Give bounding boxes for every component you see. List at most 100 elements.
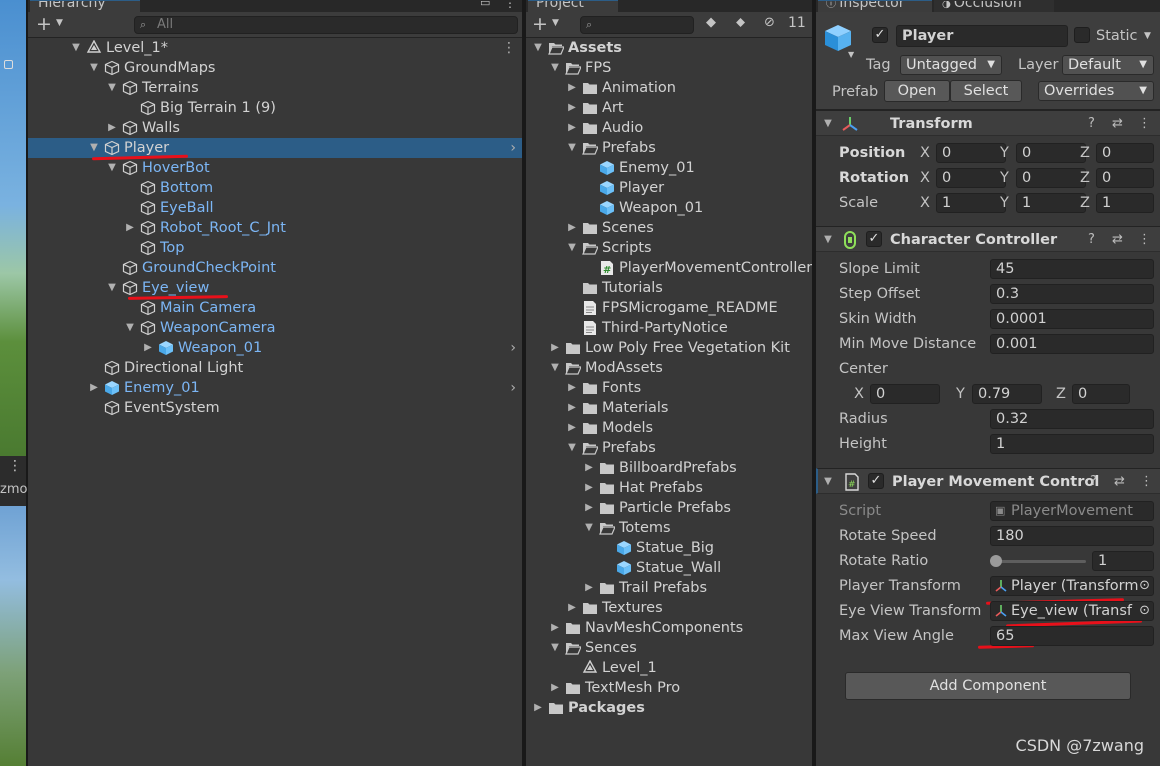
hierarchy-row[interactable]: ▼ Player ›: [28, 138, 522, 158]
expand-arrow-down-icon[interactable]: ▼: [549, 638, 561, 658]
static-dropdown-icon[interactable]: ▼: [1144, 31, 1151, 41]
expand-arrow-right-icon[interactable]: ▶: [88, 378, 100, 398]
radius-field[interactable]: 0.32: [990, 409, 1154, 429]
project-row[interactable]: ▶ Packages: [526, 698, 812, 718]
tab-project[interactable]: Project: [528, 0, 618, 12]
filter-by-type-icon[interactable]: ◆: [706, 15, 716, 30]
center-x-field[interactable]: 0: [870, 384, 940, 404]
expand-arrow-down-icon[interactable]: ▼: [532, 38, 544, 58]
tab-hierarchy[interactable]: Hierarchy: [30, 0, 140, 12]
hierarchy-row[interactable]: ▶ Enemy_01 ›: [28, 378, 522, 398]
scale-z-field[interactable]: 1: [1096, 193, 1154, 213]
character-controller-enabled-checkbox[interactable]: ✓: [866, 231, 882, 247]
hierarchy-row[interactable]: Bottom: [28, 178, 522, 198]
project-row[interactable]: ▶ TextMesh Pro: [526, 678, 812, 698]
help-icon[interactable]: ?: [1088, 227, 1095, 253]
expand-arrow-right-icon[interactable]: ▶: [566, 78, 578, 98]
hierarchy-row[interactable]: ▼ GroundMaps: [28, 58, 522, 78]
expand-arrow-right-icon[interactable]: ▶: [583, 498, 595, 518]
hierarchy-row[interactable]: Directional Light: [28, 358, 522, 378]
position-z-field[interactable]: 0: [1096, 143, 1154, 163]
player-movement-header[interactable]: ▼ # ✓ Player Movement Control ? ⇄ ⋮: [816, 468, 1160, 494]
project-row[interactable]: ▶ Models: [526, 418, 812, 438]
project-row[interactable]: ▼ Scripts: [526, 238, 812, 258]
component-menu-icon[interactable]: ⋮: [1138, 227, 1151, 253]
expand-arrow-right-icon[interactable]: ▶: [566, 398, 578, 418]
object-picker-icon[interactable]: ⊙: [1139, 602, 1150, 620]
expand-arrow-down-icon[interactable]: ▼: [106, 158, 118, 178]
tab-inspector[interactable]: ⓘ Inspector: [818, 0, 932, 12]
help-icon[interactable]: ?: [1088, 111, 1095, 137]
expand-arrow-right-icon[interactable]: ▶: [566, 378, 578, 398]
project-row[interactable]: # PlayerMovementController: [526, 258, 812, 278]
expand-arrow-down-icon[interactable]: ▼: [106, 278, 118, 298]
expand-arrow-right-icon[interactable]: ▶: [566, 598, 578, 618]
foldout-icon[interactable]: ▼: [822, 114, 834, 134]
expand-arrow-right-icon[interactable]: ▶: [566, 98, 578, 118]
add-dropdown-icon[interactable]: ▼: [56, 18, 63, 28]
expand-arrow-right-icon[interactable]: ▶: [566, 218, 578, 238]
project-row[interactable]: ▶ Hat Prefabs: [526, 478, 812, 498]
center-z-field[interactable]: 0: [1072, 384, 1130, 404]
expand-arrow-down-icon[interactable]: ▼: [70, 38, 82, 58]
hierarchy-row[interactable]: EyeBall: [28, 198, 522, 218]
tab-occlusion[interactable]: ◑ Occlusion: [934, 0, 1054, 12]
hidden-packages-icon[interactable]: ⊘: [764, 15, 775, 30]
foldout-icon[interactable]: ▼: [822, 230, 834, 250]
rotation-z-field[interactable]: 0: [1096, 168, 1154, 188]
panel-menu-icon[interactable]: ⋮: [504, 0, 516, 10]
project-row[interactable]: ▶ Low Poly Free Vegetation Kit: [526, 338, 812, 358]
hierarchy-row[interactable]: Top: [28, 238, 522, 258]
project-search-input[interactable]: ⌕: [580, 16, 694, 34]
step-offset-field[interactable]: 0.3: [990, 284, 1154, 304]
chevron-right-icon[interactable]: ›: [510, 138, 516, 158]
project-row[interactable]: Weapon_01: [526, 198, 812, 218]
expand-arrow-down-icon[interactable]: ▼: [583, 518, 595, 538]
rotation-x-field[interactable]: 0: [936, 168, 1006, 188]
expand-arrow-right-icon[interactable]: ▶: [142, 338, 154, 358]
max-view-angle-field[interactable]: 65: [990, 626, 1154, 646]
static-checkbox[interactable]: [1074, 27, 1090, 43]
component-menu-icon[interactable]: ⋮: [1138, 111, 1151, 137]
hierarchy-row[interactable]: EventSystem: [28, 398, 522, 418]
project-row[interactable]: ▼ Sences: [526, 638, 812, 658]
project-row[interactable]: Player: [526, 178, 812, 198]
scene-view-strip-bottom[interactable]: zmo: [0, 456, 27, 766]
project-row[interactable]: ▶ Fonts: [526, 378, 812, 398]
hierarchy-row[interactable]: Main Camera: [28, 298, 522, 318]
hierarchy-row[interactable]: ▶ Weapon_01 ›: [28, 338, 522, 358]
add-icon[interactable]: +: [36, 13, 52, 35]
expand-arrow-right-icon[interactable]: ▶: [549, 618, 561, 638]
project-row[interactable]: ▶ Audio: [526, 118, 812, 138]
rotate-ratio-slider-thumb[interactable]: [990, 555, 1002, 567]
chevron-right-icon[interactable]: ›: [510, 378, 516, 398]
min-move-distance-field[interactable]: 0.001: [990, 334, 1154, 354]
add-icon[interactable]: +: [532, 13, 548, 35]
project-row[interactable]: Enemy_01: [526, 158, 812, 178]
chevron-right-icon[interactable]: ›: [510, 338, 516, 358]
expand-arrow-right-icon[interactable]: ▶: [549, 338, 561, 358]
hierarchy-row[interactable]: ▶ Robot_Root_C_Jnt: [28, 218, 522, 238]
expand-arrow-down-icon[interactable]: ▼: [549, 358, 561, 378]
player-transform-field[interactable]: Player (Transform ⊙: [990, 576, 1154, 596]
expand-arrow-right-icon[interactable]: ▶: [566, 418, 578, 438]
add-dropdown-icon[interactable]: ▼: [552, 18, 559, 28]
prefab-select-button[interactable]: Select: [950, 80, 1022, 102]
filter-by-label-icon[interactable]: ⬥: [736, 15, 745, 30]
expand-arrow-down-icon[interactable]: ▼: [566, 138, 578, 158]
active-checkbox[interactable]: ✓: [872, 27, 888, 43]
prefab-overrides-dropdown[interactable]: Overrides ▼: [1038, 81, 1154, 101]
expand-arrow-right-icon[interactable]: ▶: [124, 218, 136, 238]
expand-arrow-down-icon[interactable]: ▼: [549, 58, 561, 78]
project-row[interactable]: ▶ Particle Prefabs: [526, 498, 812, 518]
project-row[interactable]: ▶ Materials: [526, 398, 812, 418]
project-row[interactable]: Third-PartyNotice: [526, 318, 812, 338]
project-row[interactable]: ▼ Prefabs: [526, 438, 812, 458]
project-row[interactable]: ▶ Textures: [526, 598, 812, 618]
project-row[interactable]: ▼ FPS: [526, 58, 812, 78]
lock-icon[interactable]: ▭: [480, 0, 490, 9]
project-row[interactable]: Level_1: [526, 658, 812, 678]
scene-menu-icon[interactable]: ⋮: [502, 38, 516, 58]
expand-arrow-down-icon[interactable]: ▼: [88, 138, 100, 158]
hierarchy-row[interactable]: Big Terrain 1 (9): [28, 98, 522, 118]
